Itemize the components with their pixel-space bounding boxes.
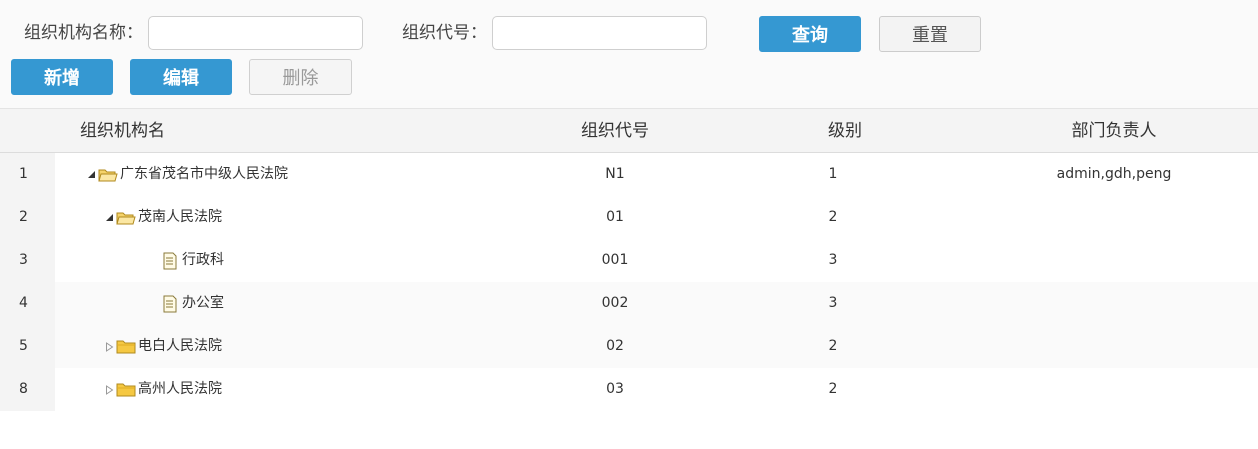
table-row[interactable]: 1 广东省茂名市中级人民法院 N1 1 admin,gdh,peng bbox=[0, 153, 1258, 196]
org-code-cell: 03 bbox=[606, 381, 624, 397]
row-number: 5 bbox=[0, 325, 55, 368]
toolbar: 组织机构名称： 组织代号： 查询 重置 新增 编辑 删除 bbox=[0, 0, 1258, 108]
org-code-cell: N1 bbox=[605, 166, 625, 182]
document-icon bbox=[160, 295, 180, 313]
column-header-code[interactable]: 组织代号 bbox=[515, 109, 715, 153]
manager-cell: admin,gdh,peng bbox=[1056, 166, 1172, 182]
level-cell: 1 bbox=[828, 166, 838, 182]
row-number: 4 bbox=[0, 282, 55, 325]
table-row[interactable]: 2 茂南人民法院 01 2 bbox=[0, 196, 1258, 239]
edit-button[interactable]: 编辑 bbox=[130, 59, 232, 95]
folder-icon bbox=[116, 381, 136, 399]
org-name-text: 茂南人民法院 bbox=[138, 209, 222, 225]
column-header-manager[interactable]: 部门负责人 bbox=[1014, 109, 1214, 153]
org-code-cell: 001 bbox=[601, 252, 629, 268]
org-code-cell: 02 bbox=[606, 338, 624, 354]
reset-button[interactable]: 重置 bbox=[879, 16, 981, 52]
org-code-cell: 002 bbox=[601, 295, 629, 311]
org-name-text: 广东省茂名市中级人民法院 bbox=[120, 166, 288, 182]
collapse-arrow-icon[interactable] bbox=[102, 383, 116, 397]
org-name-label: 组织机构名称： bbox=[24, 23, 143, 43]
level-cell: 2 bbox=[828, 381, 838, 397]
column-header-level[interactable]: 级别 bbox=[745, 109, 945, 153]
expand-arrow-icon[interactable] bbox=[102, 211, 116, 225]
collapse-arrow-icon[interactable] bbox=[102, 340, 116, 354]
delete-button[interactable]: 删除 bbox=[249, 59, 352, 95]
org-name-text: 电白人民法院 bbox=[138, 338, 222, 354]
table-row[interactable]: 8 高州人民法院 03 2 bbox=[0, 368, 1258, 411]
row-number: 3 bbox=[0, 239, 55, 282]
manager-cell bbox=[1014, 368, 1214, 411]
folder-open-icon bbox=[116, 209, 136, 227]
row-number: 2 bbox=[0, 196, 55, 239]
query-button[interactable]: 查询 bbox=[759, 16, 861, 52]
org-name-cell[interactable]: 高州人民法院 bbox=[102, 368, 222, 411]
level-cell: 2 bbox=[828, 338, 838, 354]
org-name-cell[interactable]: 茂南人民法院 bbox=[102, 196, 222, 239]
table-header: 组织机构名 组织代号 级别 部门负责人 bbox=[0, 108, 1258, 153]
org-name-cell[interactable]: 电白人民法院 bbox=[102, 325, 222, 368]
column-header-name[interactable]: 组织机构名 bbox=[80, 109, 165, 153]
org-name-text: 办公室 bbox=[182, 295, 224, 311]
org-name-cell[interactable]: 行政科 bbox=[120, 239, 224, 282]
level-cell: 2 bbox=[828, 209, 838, 225]
folder-open-icon bbox=[98, 166, 118, 184]
org-code-input[interactable] bbox=[492, 16, 707, 50]
table-row[interactable]: 4 办公室 002 3 bbox=[0, 282, 1258, 325]
manager-cell bbox=[1014, 196, 1214, 239]
row-number: 8 bbox=[0, 368, 55, 411]
level-cell: 3 bbox=[828, 295, 838, 311]
org-name-input[interactable] bbox=[148, 16, 363, 50]
tree-grid-body: 1 广东省茂名市中级人民法院 N1 1 admin,gdh,peng 2 茂南人民法院 01 2… bbox=[0, 153, 1258, 411]
org-name-text: 行政科 bbox=[182, 252, 224, 268]
table-row[interactable]: 3 行政科 001 3 bbox=[0, 239, 1258, 282]
row-number: 1 bbox=[0, 153, 55, 196]
table-row[interactable]: 5 电白人民法院 02 2 bbox=[0, 325, 1258, 368]
document-icon bbox=[160, 252, 180, 270]
org-name-cell[interactable]: 广东省茂名市中级人民法院 bbox=[84, 153, 288, 196]
org-code-cell: 01 bbox=[606, 209, 624, 225]
org-code-label: 组织代号： bbox=[402, 23, 487, 43]
level-cell: 3 bbox=[828, 252, 838, 268]
manager-cell bbox=[1014, 325, 1214, 368]
manager-cell bbox=[1014, 282, 1214, 325]
expand-arrow-icon[interactable] bbox=[84, 168, 98, 182]
add-button[interactable]: 新增 bbox=[11, 59, 113, 95]
org-name-cell[interactable]: 办公室 bbox=[120, 282, 224, 325]
folder-icon bbox=[116, 338, 136, 356]
org-name-text: 高州人民法院 bbox=[138, 381, 222, 397]
manager-cell bbox=[1014, 239, 1214, 282]
